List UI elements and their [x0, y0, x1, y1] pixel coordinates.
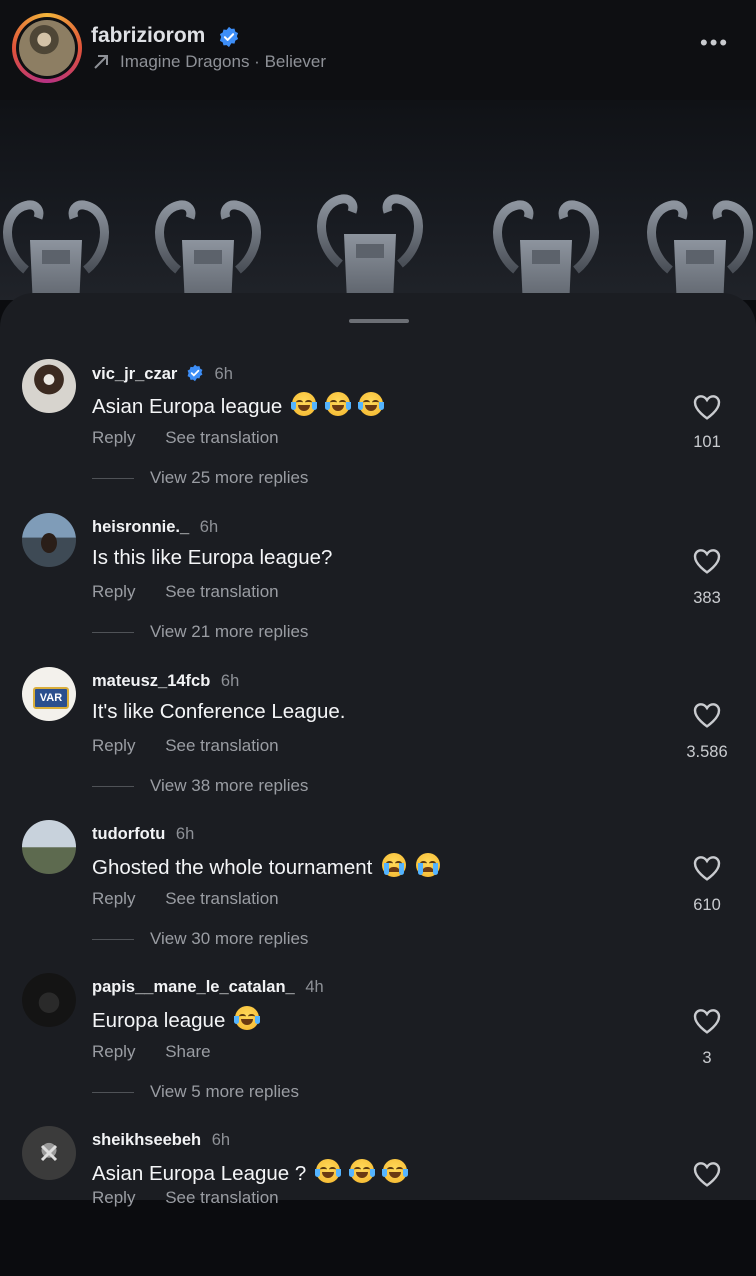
view-replies-button[interactable]: View 25 more replies	[92, 468, 308, 488]
comment-time: 4h	[305, 978, 324, 996]
reply-button[interactable]: Reply	[92, 889, 135, 908]
like-count: 3.586	[686, 743, 728, 761]
reply-button[interactable]: Reply	[92, 582, 135, 601]
like-count: 101	[693, 433, 721, 451]
comment-time: 6h	[175, 825, 195, 843]
reply-button[interactable]: Reply	[92, 428, 135, 447]
like-count: 3	[702, 1049, 712, 1067]
see-translation-button[interactable]: See translation	[165, 736, 278, 755]
comment-item: VAR mateusz_14fcb 6h It's like Conferenc…	[0, 667, 756, 817]
post-music[interactable]: Imagine Dragons · Believer	[92, 52, 326, 72]
commenter-username[interactable]: heisronnie._ 6h	[92, 518, 218, 537]
comment-time: 6h	[214, 365, 233, 383]
comment-item: vic_jr_czar 6h Asian Europa league Reply…	[0, 359, 756, 509]
reply-button[interactable]: Reply	[92, 1042, 135, 1061]
laughing-tears-emoji-icon	[314, 1159, 341, 1183]
laughing-tears-emoji-icon	[382, 1159, 409, 1183]
comment-text: Asian Europa League ?	[92, 1159, 409, 1186]
x-mark-icon	[40, 1144, 58, 1162]
commenter-avatar[interactable]	[22, 820, 76, 874]
crying-emoji-icon	[415, 853, 440, 877]
see-translation-button[interactable]: See translation	[165, 1188, 278, 1207]
comment-text: Is this like Europa league?	[92, 546, 333, 569]
author-avatar[interactable]	[12, 13, 82, 83]
laughing-tears-emoji-icon	[348, 1159, 375, 1183]
commenter-username[interactable]: sheikhseebeh 6h	[92, 1131, 230, 1150]
heart-icon[interactable]	[690, 391, 724, 423]
commenter-username[interactable]: tudorfotu 6h	[92, 825, 194, 844]
heart-icon[interactable]	[690, 545, 724, 577]
music-label: Imagine Dragons · Believer	[120, 52, 326, 71]
commenter-avatar[interactable]	[22, 359, 76, 413]
view-replies-button[interactable]: View 38 more replies	[92, 776, 308, 796]
heart-icon[interactable]	[690, 852, 724, 884]
commenter-username[interactable]: mateusz_14fcb 6h	[92, 672, 239, 691]
commenter-username[interactable]: papis__mane_le_catalan_ 4h	[92, 978, 324, 997]
heart-icon[interactable]	[690, 1158, 724, 1190]
comment-item: heisronnie._ 6h Is this like Europa leag…	[0, 513, 756, 663]
verified-badge-icon	[187, 364, 203, 382]
laughing-tears-emoji-icon	[234, 1006, 261, 1030]
verified-badge-icon	[219, 26, 239, 48]
comment-text: Ghosted the whole tournament	[92, 853, 440, 880]
comment-item: sheikhseebeh 6h Asian Europa League ? Re…	[0, 1126, 756, 1276]
crying-emoji-icon	[382, 853, 407, 877]
reply-button[interactable]: Reply	[92, 1188, 135, 1207]
like-count: 610	[693, 896, 721, 914]
laughing-tears-emoji-icon	[358, 392, 385, 416]
heart-icon[interactable]	[690, 1005, 724, 1037]
view-replies-button[interactable]: View 21 more replies	[92, 622, 308, 642]
trophy-graphics	[0, 100, 756, 300]
post-header: fabriziorom Imagine Dragons · Believer •…	[0, 0, 756, 100]
post-media[interactable]	[0, 100, 756, 300]
commenter-username[interactable]: vic_jr_czar 6h	[92, 364, 233, 384]
commenter-avatar[interactable]	[22, 973, 76, 1027]
comment-text: It's like Conference League.	[92, 700, 346, 723]
comment-item: tudorfotu 6h Ghosted the whole tournamen…	[0, 820, 756, 970]
view-replies-button[interactable]: View 30 more replies	[92, 929, 308, 949]
comment-text: Europa league	[92, 1006, 261, 1033]
comment-time: 6h	[211, 1131, 231, 1149]
share-button[interactable]: Share	[165, 1042, 210, 1061]
see-translation-button[interactable]: See translation	[165, 889, 278, 908]
comment-item: papis__mane_le_catalan_ 4h Europa league…	[0, 973, 756, 1123]
comment-time: 6h	[220, 672, 240, 690]
post-author-username[interactable]: fabriziorom	[91, 24, 205, 48]
laughing-tears-emoji-icon	[324, 392, 351, 416]
like-count: 383	[693, 589, 721, 607]
see-translation-button[interactable]: See translation	[165, 582, 278, 601]
arrow-up-right-icon	[94, 55, 108, 69]
view-replies-button[interactable]: View 5 more replies	[92, 1082, 299, 1102]
laughing-tears-emoji-icon	[291, 392, 318, 416]
var-badge: VAR	[33, 687, 69, 709]
heart-icon[interactable]	[690, 699, 724, 731]
reply-button[interactable]: Reply	[92, 736, 135, 755]
see-translation-button[interactable]: See translation	[165, 428, 278, 447]
commenter-avatar[interactable]	[22, 1126, 76, 1180]
commenter-avatar[interactable]: VAR	[22, 667, 76, 721]
comment-text: Asian Europa league	[92, 392, 385, 419]
more-options-icon[interactable]: •••	[700, 30, 729, 56]
comments-sheet: vic_jr_czar 6h Asian Europa league Reply…	[0, 293, 756, 1207]
commenter-avatar[interactable]	[22, 513, 76, 567]
sheet-drag-handle[interactable]	[349, 319, 409, 323]
comment-time: 6h	[199, 518, 219, 536]
